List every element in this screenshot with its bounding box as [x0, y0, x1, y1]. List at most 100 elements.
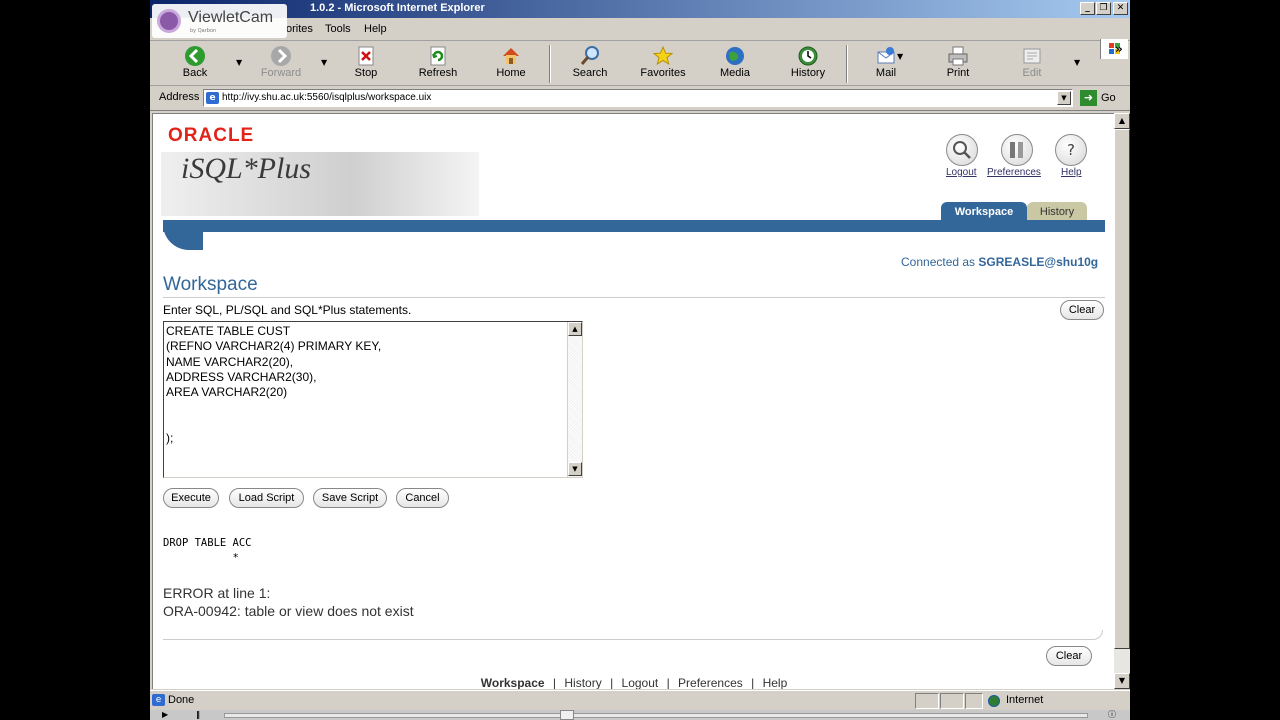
page-title: Workspace [163, 274, 258, 295]
status-page-icon: e [152, 694, 165, 706]
print-label: Print [946, 67, 970, 79]
scroll-down-icon[interactable]: ▼ [568, 462, 582, 476]
search-button[interactable]: Search [559, 45, 621, 83]
edit-page-icon [1021, 45, 1043, 67]
status-text: Done [168, 694, 195, 706]
clear-button-top[interactable]: Clear [1060, 300, 1104, 320]
footer-link-workspace[interactable]: Workspace [481, 676, 545, 689]
address-dropdown-icon[interactable]: ▼ [1057, 91, 1071, 105]
connection-status: Connected as SGREASLE@shu10g [901, 255, 1098, 269]
footer-link-help[interactable]: Help [763, 676, 788, 689]
page-scroll-thumb[interactable] [1114, 129, 1130, 649]
refresh-label: Refresh [418, 67, 458, 79]
info-icon[interactable]: ⓘ [1108, 710, 1116, 720]
address-bar: Address e http://ivy.shu.ac.uk:5560/isql… [150, 87, 1130, 111]
edit-label: Edit [1022, 67, 1042, 79]
playback-bar: ▶ ‖ ⓘ [150, 710, 1130, 720]
viewletcam-watermark: ViewletCam by Qarbon [152, 4, 287, 38]
footer-link-preferences[interactable]: Preferences [678, 676, 743, 689]
page-scroll-down-icon[interactable]: ▼ [1114, 673, 1130, 689]
search-label: Search [572, 67, 608, 79]
clear-button-bottom[interactable]: Clear [1046, 646, 1092, 666]
page-scrollbar[interactable]: ▲ ▼ [1114, 113, 1130, 689]
back-button[interactable]: Back [164, 45, 226, 83]
page-scroll-up-icon[interactable]: ▲ [1114, 113, 1130, 129]
go-arrow-icon[interactable]: ➜ [1080, 90, 1097, 106]
forward-button[interactable]: Forward [250, 45, 312, 83]
cancel-button[interactable]: Cancel [396, 488, 449, 508]
viewletcam-brand: ViewletCam [188, 9, 274, 26]
edit-dropdown-icon[interactable]: ▼ [1074, 58, 1080, 67]
forward-arrow-icon [270, 45, 292, 67]
error-message: ORA-00942: table or view does not exist [163, 603, 414, 619]
sql-input-text: CREATE TABLE CUST (REFNO VARCHAR2(4) PRI… [166, 324, 382, 446]
stop-label: Stop [354, 67, 378, 79]
media-button[interactable]: Media [704, 45, 766, 83]
stop-button[interactable]: Stop [335, 45, 397, 83]
execute-button[interactable]: Execute [163, 488, 219, 508]
minimize-button[interactable]: _ [1080, 2, 1095, 15]
footer-link-history[interactable]: History [564, 676, 601, 689]
tab-history[interactable]: History [1027, 202, 1087, 222]
footer-separator: | [751, 676, 755, 689]
menu-help[interactable]: Help [364, 23, 387, 35]
scroll-up-icon[interactable]: ▲ [568, 322, 582, 336]
forward-dropdown-icon[interactable]: ▼ [321, 58, 327, 67]
address-url: http://ivy.shu.ac.uk:5560/isqlplus/works… [222, 92, 432, 103]
footer-separator: | [552, 676, 557, 689]
pause-icon[interactable]: ‖ [196, 710, 200, 720]
address-label: Address [159, 91, 200, 103]
print-button[interactable]: Print [927, 45, 989, 83]
address-input[interactable]: e http://ivy.shu.ac.uk:5560/isqlplus/wor… [203, 89, 1073, 107]
stop-icon [355, 45, 377, 67]
close-button[interactable]: ✕ [1113, 2, 1128, 15]
footer-separator: | [610, 676, 614, 689]
mail-icon [875, 45, 897, 67]
play-icon[interactable]: ▶ [162, 710, 168, 720]
window-title: 1.0.2 - Microsoft Internet Explorer [310, 2, 485, 14]
connected-user: SGREASLE@shu10g [978, 255, 1099, 269]
star-icon [652, 45, 674, 67]
logout-link[interactable]: Logout [946, 167, 977, 178]
history-label: History [790, 67, 826, 79]
menu-tools[interactable]: Tools [325, 23, 351, 35]
home-button[interactable]: Home [480, 45, 542, 83]
connected-prefix: Connected as [901, 255, 976, 269]
viewletcam-logo-icon [157, 9, 181, 33]
tab-workspace[interactable]: Workspace [941, 202, 1027, 222]
header-band-curve [163, 220, 203, 250]
load-script-button[interactable]: Load Script [229, 488, 304, 508]
logout-icon[interactable] [946, 134, 978, 166]
back-dropdown-icon[interactable]: ▼ [236, 58, 242, 67]
toolbar-overflow-icon[interactable]: » [1115, 42, 1123, 56]
help-icon[interactable]: ? [1055, 134, 1087, 166]
instructions: Enter SQL, PL/SQL and SQL*Plus statement… [163, 303, 412, 317]
preferences-icon[interactable] [1001, 134, 1033, 166]
mail-dropdown-icon[interactable]: ▼ [897, 52, 903, 61]
maximize-button[interactable]: ❐ [1096, 2, 1111, 15]
mail-button[interactable]: Mail [855, 45, 917, 83]
error-line: ERROR at line 1: [163, 585, 271, 601]
save-script-button[interactable]: Save Script [313, 488, 387, 508]
output-divider [163, 630, 1103, 640]
product-title: iSQL*Plus [181, 152, 312, 185]
edit-button[interactable]: Edit [1001, 45, 1063, 83]
go-button[interactable]: Go [1101, 92, 1116, 104]
menu-favorites[interactable]: orites [286, 23, 313, 35]
sql-input[interactable]: CREATE TABLE CUST (REFNO VARCHAR2(4) PRI… [163, 321, 583, 478]
sql-input-scrollbar[interactable]: ▲ ▼ [567, 322, 582, 477]
playback-track[interactable] [224, 713, 1088, 718]
viewletcam-sub: by Qarbon [190, 28, 217, 34]
help-link[interactable]: Help [1061, 167, 1082, 178]
preferences-link[interactable]: Preferences [987, 167, 1041, 178]
refresh-button[interactable]: Refresh [407, 45, 469, 83]
status-bar: e Done Internet [150, 690, 1130, 710]
refresh-icon [427, 45, 449, 67]
footer-link-logout[interactable]: Logout [622, 676, 659, 689]
favorites-button[interactable]: Favorites [632, 45, 694, 83]
history-button[interactable]: History [777, 45, 839, 83]
status-pane [915, 693, 939, 709]
playback-thumb[interactable] [560, 710, 574, 720]
back-arrow-icon [184, 45, 206, 67]
output-statement: DROP TABLE ACC * [163, 537, 252, 564]
